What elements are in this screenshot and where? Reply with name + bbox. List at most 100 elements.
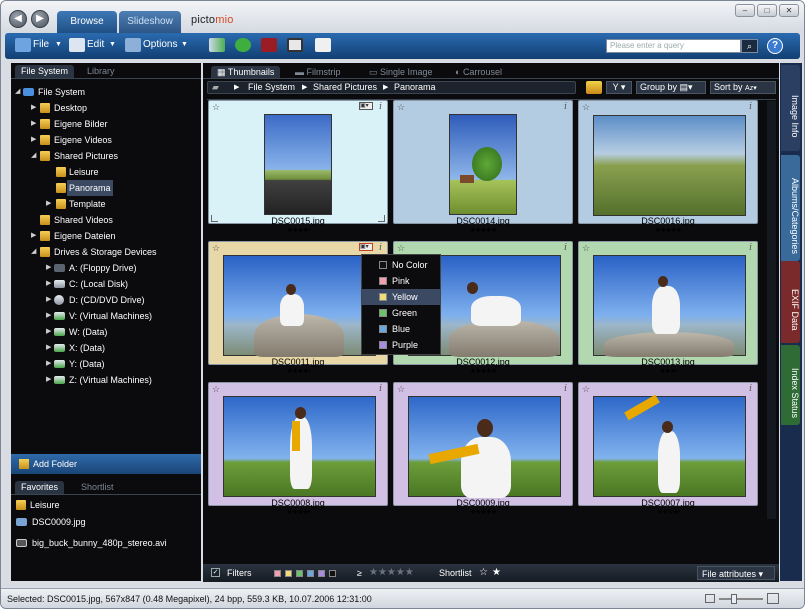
filter-icon[interactable]: Y ▾	[606, 81, 632, 94]
color-filter-swatch[interactable]	[285, 570, 292, 577]
tree-item-drive-w[interactable]: ▶ W: (Data)	[11, 324, 201, 340]
help-icon[interactable]: ?	[767, 38, 783, 54]
options-icon[interactable]	[125, 38, 141, 52]
color-filter-swatch[interactable]	[329, 570, 336, 577]
tree-item-eigene-dateien[interactable]: ▶ Eigene Dateien	[11, 228, 201, 244]
add-folder-icon[interactable]	[586, 81, 602, 94]
edit-menu[interactable]: Edit	[87, 39, 104, 50]
tree-item-drive-z[interactable]: ▶ Z: (Virtual Machines)	[11, 372, 201, 388]
forward-icon[interactable]: ▶	[31, 10, 49, 28]
rotate-right-icon[interactable]	[378, 215, 385, 222]
star-icon[interactable]: ☆	[397, 384, 405, 395]
tree-item-shared-videos[interactable]: Shared Videos	[11, 212, 201, 228]
tree-item-drives[interactable]: ◢ Drives & Storage Devices	[11, 244, 201, 260]
tab-albums-categories[interactable]: Albums/Categories	[781, 155, 800, 261]
star-icon[interactable]: ☆	[397, 102, 405, 113]
delete-icon[interactable]	[261, 38, 277, 52]
tab-browse[interactable]: Browse	[57, 11, 117, 33]
add-folder-button[interactable]: Add Folder	[11, 454, 201, 474]
star-icon[interactable]: ☆	[582, 102, 590, 113]
shortlist-star-outline-icon[interactable]: ☆	[479, 564, 488, 582]
group-by-dropdown[interactable]: Group by ▤▾	[636, 81, 706, 94]
tab-favorites[interactable]: Favorites	[15, 481, 65, 494]
star-icon[interactable]: ☆	[582, 243, 590, 254]
thumbnail-tile[interactable]: ☆ i ▣▾ DSC0015.jpg ★★★★•	[208, 100, 388, 234]
info-icon[interactable]: i	[379, 102, 382, 112]
star-icon[interactable]: ☆	[212, 102, 220, 113]
rating-filter-stars[interactable]: ★★★★★	[369, 564, 414, 582]
color-filter-swatch[interactable]	[274, 570, 281, 577]
star-icon[interactable]: ☆	[212, 243, 220, 254]
info-icon[interactable]: i	[564, 384, 567, 394]
print-icon[interactable]	[315, 38, 331, 52]
menu-item-no-color[interactable]: No Color	[362, 257, 440, 273]
back-icon[interactable]: ◀	[9, 10, 27, 28]
tree-item-panorama[interactable]: Panorama	[11, 180, 201, 196]
rotate-left-icon[interactable]	[211, 215, 218, 222]
tab-file-system[interactable]: File System	[15, 65, 75, 78]
menu-item-blue[interactable]: Blue	[362, 321, 440, 337]
rating-operator[interactable]: ≥	[357, 564, 362, 582]
fullscreen-icon[interactable]	[287, 38, 303, 52]
sort-by-dropdown[interactable]: Sort by Az▾	[710, 81, 776, 94]
info-icon[interactable]: i	[564, 102, 567, 112]
tree-item-drive-v[interactable]: ▶ V: (Virtual Machines)	[11, 308, 201, 324]
breadcrumb-item[interactable]: Shared Pictures	[313, 82, 377, 93]
edit-menu-icon[interactable]	[69, 38, 85, 52]
color-filter-swatch[interactable]	[296, 570, 303, 577]
tab-carrousel[interactable]: ◐ Carrousel	[455, 66, 502, 78]
star-icon[interactable]: ☆	[582, 384, 590, 395]
tab-thumbnails[interactable]: ▦ Thumbnails	[211, 66, 281, 78]
file-menu[interactable]: File	[33, 39, 49, 50]
thumbnail-tile[interactable]: ☆ i DSC0009.jpg ★★★★★	[393, 382, 573, 516]
breadcrumb-item[interactable]: File System	[248, 82, 295, 93]
color-label-dropdown[interactable]: ▣▾	[359, 243, 373, 251]
search-input[interactable]: Please enter a query	[606, 39, 741, 53]
tab-image-info[interactable]: Image Info	[781, 65, 800, 151]
thumbnail-tile[interactable]: ☆ i DSC0014.jpg ★★★★★	[393, 100, 573, 234]
tree-item-eigene-bilder[interactable]: ▶ Eigene Bilder	[11, 116, 201, 132]
tree-item-shared-pictures[interactable]: ◢ Shared Pictures	[11, 148, 201, 164]
tab-single-image[interactable]: ▭ Single Image	[369, 66, 433, 78]
options-menu[interactable]: Options	[143, 39, 177, 50]
tab-library[interactable]: Library	[81, 65, 121, 78]
maximize-icon[interactable]: □	[757, 4, 777, 17]
shortlist-star-filled-icon[interactable]: ★	[492, 564, 501, 582]
chevron-down-icon[interactable]: ▼	[181, 41, 188, 48]
star-icon[interactable]: ☆	[212, 384, 220, 395]
menu-item-pink[interactable]: Pink	[362, 273, 440, 289]
file-menu-icon[interactable]	[15, 38, 31, 52]
info-icon[interactable]: i	[749, 384, 752, 394]
tree-item-drive-d[interactable]: ▶ D: (CD/DVD Drive)	[11, 292, 201, 308]
color-filter-swatch[interactable]	[318, 570, 325, 577]
filters-checkbox[interactable]: ✓	[211, 568, 220, 577]
color-filter-swatch[interactable]	[307, 570, 314, 577]
tree-item-desktop[interactable]: ▶ Desktop	[11, 100, 201, 116]
menu-item-yellow[interactable]: Yellow	[362, 289, 440, 305]
zoom-slider-handle[interactable]	[731, 594, 737, 604]
info-icon[interactable]: i	[564, 243, 567, 253]
tab-filmstrip[interactable]: ▬ Filmstrip	[295, 66, 341, 78]
close-icon[interactable]: ✕	[779, 4, 799, 17]
info-icon[interactable]: i	[749, 243, 752, 253]
favorite-item[interactable]: big_buck_bunny_480p_stereo.avi	[11, 535, 201, 551]
tab-shortlist[interactable]: Shortlist	[75, 481, 120, 494]
tree-item-drive-x[interactable]: ▶ X: (Data)	[11, 340, 201, 356]
info-icon[interactable]: i	[379, 384, 382, 394]
star-icon[interactable]: ☆	[397, 243, 405, 254]
tree-item-drive-y[interactable]: ▶ Y: (Data)	[11, 356, 201, 372]
color-label-dropdown[interactable]: ▣▾	[359, 102, 373, 110]
zoom-slider[interactable]	[719, 598, 763, 600]
scrollbar[interactable]	[767, 101, 776, 519]
minimize-icon[interactable]: –	[735, 4, 755, 17]
tree-item-drive-a[interactable]: ▶ A: (Floppy Drive)	[11, 260, 201, 276]
zoom-in-icon[interactable]	[767, 593, 779, 604]
info-icon[interactable]: i	[749, 102, 752, 112]
chevron-down-icon[interactable]: ▼	[55, 41, 62, 48]
tab-slideshow[interactable]: Slideshow	[119, 11, 181, 33]
menu-item-green[interactable]: Green	[362, 305, 440, 321]
info-icon[interactable]: i	[379, 243, 382, 253]
tree-item-leisure[interactable]: Leisure	[11, 164, 201, 180]
breadcrumb-item[interactable]: Panorama	[394, 82, 436, 93]
refresh-icon[interactable]	[235, 38, 251, 52]
